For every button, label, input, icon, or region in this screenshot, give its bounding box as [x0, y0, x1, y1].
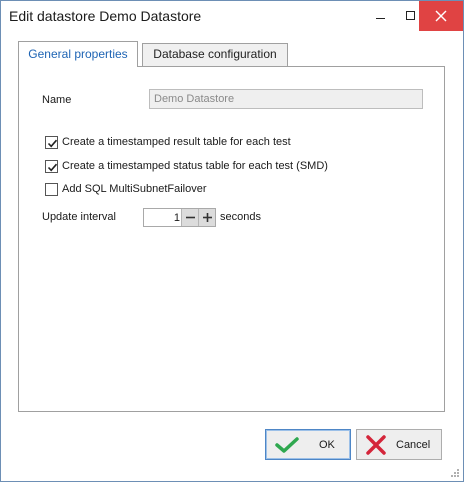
title-bar[interactable]: Edit datastore Demo Datastore	[1, 1, 463, 32]
window-title: Edit datastore Demo Datastore	[9, 8, 202, 24]
maximize-icon	[406, 11, 415, 20]
tab-database-configuration[interactable]: Database configuration	[142, 43, 288, 66]
tab-general-properties[interactable]: General properties	[18, 41, 138, 67]
close-button[interactable]	[419, 1, 463, 31]
spin-plus-button[interactable]	[198, 209, 215, 226]
checkmark-icon	[47, 139, 58, 148]
status-table-checkbox[interactable]	[45, 160, 58, 173]
spin-plus-icon	[203, 213, 212, 222]
general-properties-panel: Name Demo Datastore Create a timestamped…	[18, 66, 445, 412]
ok-button[interactable]: OK	[265, 429, 351, 460]
checkmark-icon	[275, 437, 299, 453]
minimize-icon	[376, 18, 385, 19]
result-table-checkbox[interactable]	[45, 136, 58, 149]
update-interval-unit: seconds	[220, 211, 261, 223]
multisubnet-checkbox[interactable]	[45, 183, 58, 196]
minimize-button[interactable]	[365, 1, 395, 31]
name-label: Name	[42, 94, 72, 106]
spin-minus-button[interactable]	[181, 209, 198, 226]
close-icon	[435, 10, 447, 22]
checkmark-icon	[47, 163, 58, 172]
result-table-label: Create a timestamped result table for ea…	[62, 136, 291, 148]
update-interval-label: Update interval	[42, 211, 116, 223]
spin-minus-icon	[186, 216, 195, 219]
cancel-x-icon	[366, 435, 386, 455]
dialog-window: Edit datastore Demo Datastore General pr…	[0, 0, 464, 482]
name-field[interactable]: Demo Datastore	[149, 89, 423, 109]
cancel-button-label: Cancel	[396, 439, 431, 451]
resize-grip-icon[interactable]	[451, 469, 459, 477]
status-table-label: Create a timestamped status table for ea…	[62, 160, 328, 172]
cancel-button[interactable]: Cancel	[356, 429, 442, 460]
update-interval-value[interactable]: 1	[144, 212, 180, 224]
multisubnet-label: Add SQL MultiSubnetFailover	[62, 183, 207, 195]
update-interval-stepper[interactable]: 1	[143, 208, 216, 227]
ok-button-label: OK	[319, 439, 335, 451]
